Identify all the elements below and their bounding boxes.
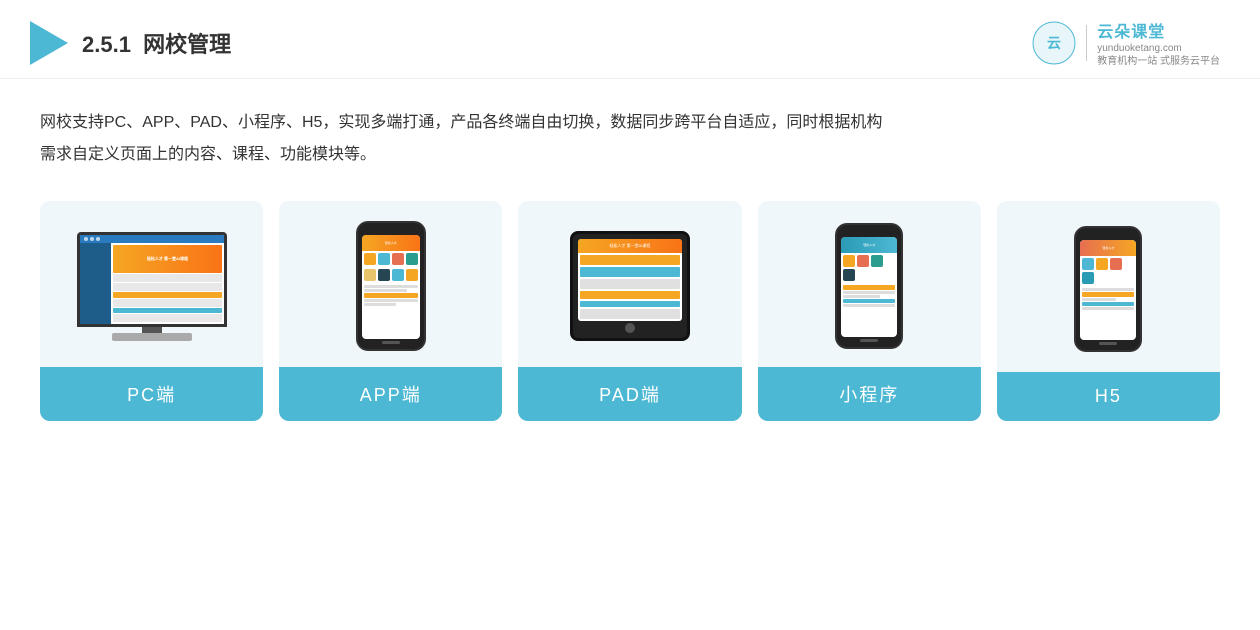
tablet-home-button	[625, 323, 635, 333]
card-pad-label: PAD端	[518, 367, 741, 421]
cards-section: 轻松人才 第一堂AI课程	[0, 171, 1260, 451]
brand-logo: 云 云朵课堂 yunduoketang.com 教育机构一站 式服务云平台	[1032, 18, 1220, 68]
card-app-image: 轻松人才	[279, 201, 502, 367]
brand-slogan: 教育机构一站 式服务云平台	[1097, 55, 1220, 68]
card-pc-image: 轻松人才 第一堂AI课程	[40, 201, 263, 367]
phone-notch-mini	[860, 230, 878, 235]
logo-triangle-icon	[30, 21, 68, 65]
tablet-device-mockup: 轻松人才 第一堂AI课程	[570, 231, 690, 341]
card-app-label: APP端	[279, 367, 502, 421]
brand-divider	[1086, 25, 1087, 61]
phone-home-button-mini	[860, 339, 878, 342]
page: 2.5.1 网校管理 云 云朵课堂 yunduoketang.com	[0, 0, 1260, 630]
pc-neck	[142, 327, 162, 333]
card-h5-label: H5	[997, 372, 1220, 421]
cloud-logo-icon: 云	[1032, 21, 1076, 65]
phone-home-button-h5	[1099, 342, 1117, 345]
section-number: 2.5.1	[82, 32, 131, 57]
pc-base	[112, 333, 192, 341]
description-block: 网校支持PC、APP、PAD、小程序、H5，实现多端打通，产品各终端自由切换，数…	[0, 79, 1260, 171]
card-pad-image: 轻松人才 第一堂AI课程	[518, 201, 741, 367]
brand-url: yunduoketang.com	[1097, 42, 1182, 55]
tablet-screen: 轻松人才 第一堂AI课程	[578, 239, 682, 321]
header-right: 云 云朵课堂 yunduoketang.com 教育机构一站 式服务云平台	[1032, 18, 1220, 68]
brand-name: 云朵课堂	[1097, 18, 1165, 42]
pc-screen: 轻松人才 第一堂AI课程	[77, 232, 227, 327]
card-h5: 轻松人才	[997, 201, 1220, 421]
pc-device-mockup: 轻松人才 第一堂AI课程	[77, 232, 227, 341]
phone-device-mockup-mini: 轻松人才	[835, 223, 903, 349]
description-line2: 需求自定义页面上的内容、课程、功能模块等。	[40, 139, 1220, 171]
card-mini-label: 小程序	[758, 367, 981, 421]
card-app: 轻松人才	[279, 201, 502, 421]
header: 2.5.1 网校管理 云 云朵课堂 yunduoketang.com	[0, 0, 1260, 79]
title-text: 网校管理	[143, 32, 231, 57]
card-h5-image: 轻松人才	[997, 201, 1220, 372]
page-title: 2.5.1 网校管理	[82, 27, 231, 59]
phone-screen-h5: 轻松人才	[1080, 240, 1136, 340]
description-line1: 网校支持PC、APP、PAD、小程序、H5，实现多端打通，产品各终端自由切换，数…	[40, 107, 1220, 139]
svg-text:云: 云	[1047, 35, 1061, 51]
phone-home-button	[382, 341, 400, 344]
phone-notch	[382, 228, 400, 233]
card-pc-label: PC端	[40, 367, 263, 421]
card-mini: 轻松人才	[758, 201, 981, 421]
brand-text: 云朵课堂 yunduoketang.com 教育机构一站 式服务云平台	[1097, 18, 1220, 68]
card-mini-image: 轻松人才	[758, 201, 981, 367]
card-pc: 轻松人才 第一堂AI课程	[40, 201, 263, 421]
card-pad: 轻松人才 第一堂AI课程 PAD端	[518, 201, 741, 421]
phone-device-mockup-app: 轻松人才	[356, 221, 426, 351]
phone-screen-mini: 轻松人才	[841, 237, 897, 337]
phone-screen: 轻松人才	[362, 235, 420, 339]
header-left: 2.5.1 网校管理	[30, 21, 231, 65]
phone-device-mockup-h5: 轻松人才	[1074, 226, 1142, 352]
phone-notch-h5	[1099, 233, 1117, 238]
